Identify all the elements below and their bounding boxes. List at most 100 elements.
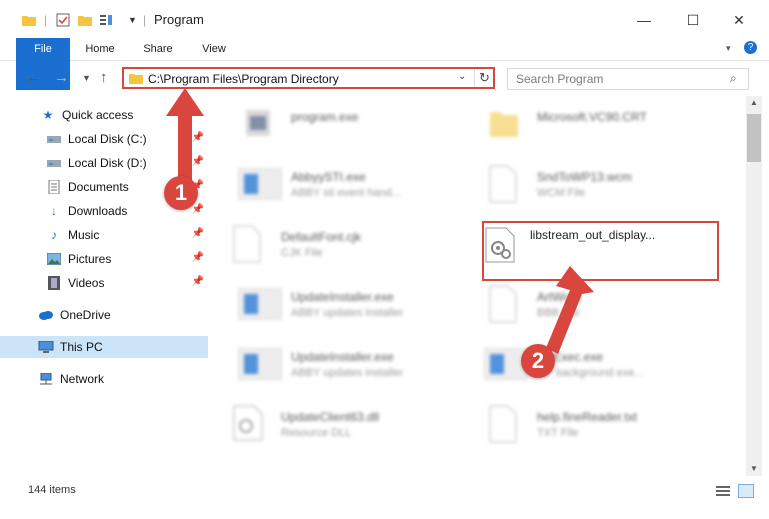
videos-icon	[46, 276, 62, 290]
chevron-down-icon[interactable]: ▼	[82, 73, 91, 83]
file-type: ABBY updates installer	[291, 367, 404, 379]
file-type: WCM File	[537, 187, 586, 199]
address-row: ← → ▼ ↑ C:\Program Files\Program Directo…	[0, 62, 769, 96]
tab-home[interactable]: Home	[76, 38, 124, 60]
computer-icon	[38, 340, 54, 354]
list-item[interactable]: UpdateInstaller.exe ABBY updates install…	[236, 340, 466, 392]
properties-icon[interactable]	[56, 11, 70, 29]
file-name: UpdateInstaller.exe	[291, 290, 394, 304]
minimize-button[interactable]: —	[624, 6, 664, 34]
list-item[interactable]: help.fineReader.txt TXT File	[482, 400, 712, 452]
cloud-icon	[38, 308, 54, 322]
scroll-up-icon[interactable]: ▲	[750, 98, 758, 107]
file-name: UpdateInstaller.exe	[291, 350, 394, 364]
file-name: SndToWP13.wcm	[537, 170, 632, 184]
search-box[interactable]: Search Program ⌕	[507, 68, 749, 90]
tab-share[interactable]: Share	[134, 38, 182, 60]
sidebar-item-network[interactable]: Network	[0, 368, 208, 390]
pin-icon[interactable]: 📌	[192, 228, 204, 239]
divider	[474, 69, 475, 87]
chevron-down-icon[interactable]: ▾	[726, 43, 731, 54]
sidebar-item-label: Documents	[68, 180, 129, 194]
exe-icon	[238, 168, 282, 200]
file-type: Resource DLL	[281, 427, 352, 439]
folder-icon	[22, 11, 36, 29]
sidebar-item-label: This PC	[60, 340, 103, 354]
sidebar-item-label: Quick access	[62, 108, 134, 122]
file-name: program.exe	[291, 110, 359, 124]
title-bar: | ▼ | Program — ☐ ✕	[0, 0, 769, 38]
new-folder-icon[interactable]	[78, 11, 92, 29]
details-view-icon[interactable]	[716, 485, 730, 497]
file-name: UpdateClient63.dll	[281, 410, 380, 424]
file-icon	[232, 224, 262, 264]
list-item[interactable]: SndToWP13.wcm WCM File	[482, 160, 712, 212]
download-icon: ↓	[51, 204, 57, 218]
file-list: program.exe Microsoft.VC90.CRT AbbyySTI.…	[212, 96, 744, 470]
help-icon[interactable]: ?	[744, 41, 757, 54]
star-icon: ★	[42, 108, 54, 122]
file-name: DefaultFont.cjk	[281, 230, 362, 244]
sidebar-item-label: Videos	[68, 276, 105, 290]
list-item[interactable]: DefaultFont.cjk CJK File	[226, 220, 456, 272]
network-icon	[38, 372, 54, 386]
list-item[interactable]: AbbyySTI.exe ABBY sti event hand...	[236, 160, 466, 212]
file-type: CJK File	[281, 247, 323, 259]
drive-icon	[46, 132, 62, 146]
tab-view[interactable]: View	[192, 38, 236, 60]
dll-icon	[232, 404, 264, 442]
pin-icon[interactable]: 📌	[192, 252, 204, 263]
list-item[interactable]: Microsoft.VC90.CRT	[482, 100, 712, 152]
file-type: TXT File	[537, 427, 579, 439]
separator: |	[44, 13, 48, 27]
sidebar-item-pictures[interactable]: Pictures 📌	[0, 248, 208, 270]
chevron-down-icon[interactable]: ▼	[128, 11, 137, 29]
maximize-button[interactable]: ☐	[673, 6, 713, 34]
sidebar-item-label: Downloads	[68, 204, 128, 218]
sidebar-item-videos[interactable]: Videos 📌	[0, 272, 208, 294]
sidebar-item-label: OneDrive	[60, 308, 111, 322]
search-icon[interactable]: ⌕	[730, 71, 737, 86]
exe-icon	[238, 348, 282, 380]
scroll-down-icon[interactable]: ▼	[750, 464, 758, 473]
drive-icon	[46, 156, 62, 170]
status-bar: 144 items	[0, 482, 769, 502]
pictures-icon	[46, 252, 62, 266]
large-icons-view-icon[interactable]	[738, 484, 754, 498]
folder-icon	[129, 72, 143, 84]
step-badge-1: 1	[164, 176, 198, 210]
list-item[interactable]: program.exe	[236, 100, 466, 152]
file-name: help.fineReader.txt	[537, 410, 638, 424]
exe-icon	[238, 288, 282, 320]
sidebar-item-this-pc[interactable]: This PC	[0, 336, 208, 358]
pin-icon[interactable]: 📌	[192, 276, 204, 287]
window-title: Program	[154, 12, 204, 27]
file-name: AbbyySTI.exe	[291, 170, 366, 184]
sidebar-item-label: Music	[68, 228, 100, 242]
sidebar-item-label: Local Disk (C:)	[68, 132, 147, 146]
file-icon	[488, 404, 518, 444]
forward-arrow-icon[interactable]: →	[54, 69, 69, 86]
file-name: Microsoft.VC90.CRT	[537, 110, 647, 124]
close-button[interactable]: ✕	[719, 6, 759, 34]
up-arrow-icon[interactable]: ↑	[100, 69, 108, 86]
sidebar-item-music[interactable]: ♪ Music 📌	[0, 224, 208, 246]
customize-icon[interactable]	[100, 11, 118, 29]
pin-icon[interactable]: 📌	[192, 204, 204, 215]
back-arrow-icon[interactable]: ←	[26, 69, 41, 86]
search-placeholder: Search Program	[516, 72, 604, 86]
sidebar-item-label: Pictures	[68, 252, 112, 266]
refresh-icon[interactable]: ↻	[479, 70, 490, 86]
chevron-down-icon[interactable]: ⌄	[458, 71, 466, 82]
sidebar-item-onedrive[interactable]: OneDrive	[0, 304, 208, 326]
documents-icon	[46, 180, 62, 194]
vertical-scrollbar[interactable]: ▲ ▼	[746, 96, 762, 476]
item-count: 144 items	[28, 484, 76, 496]
list-item[interactable]: UpdateInstaller.exe ABBY updates install…	[236, 280, 466, 332]
folder-icon	[488, 106, 520, 140]
file-type: ABBY sti event hand...	[291, 187, 401, 199]
list-item[interactable]: UpdateClient63.dll Resource DLL	[226, 400, 456, 452]
scrollbar-thumb[interactable]	[747, 114, 761, 162]
sidebar-item-label: Local Disk (D:)	[68, 156, 147, 170]
step-badge-2: 2	[521, 344, 555, 378]
